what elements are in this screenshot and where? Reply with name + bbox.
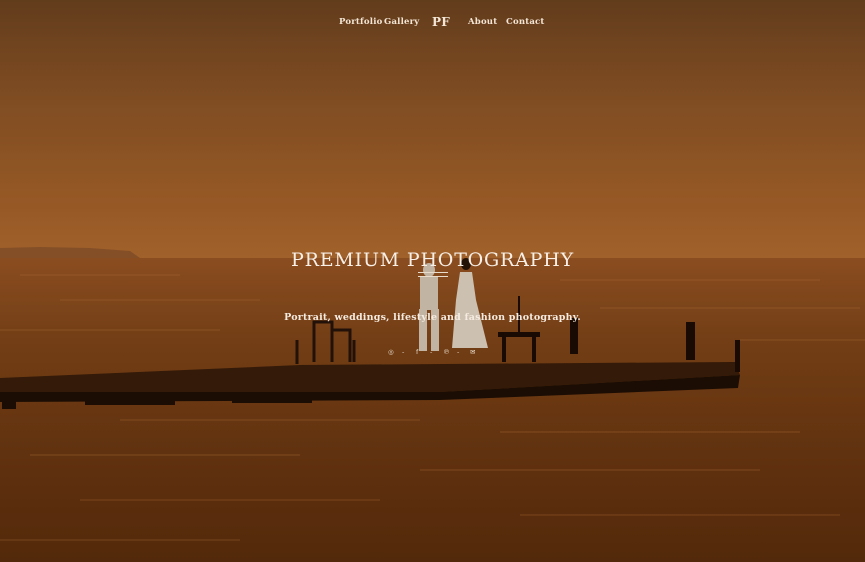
nav-link-contact[interactable]: Contact <box>506 14 545 30</box>
hero-tagline: Portrait, weddings, lifestyle and fashio… <box>284 311 581 323</box>
instagram-icon[interactable]: ◎ <box>388 346 394 358</box>
social-separator: - <box>430 348 433 356</box>
nav-link-about[interactable]: About <box>468 14 497 30</box>
social-links: ◎ - f - ℗ - ✉ <box>384 346 484 358</box>
nav-link-portfolio[interactable]: Portfolio <box>339 14 383 30</box>
social-separator: - <box>402 348 405 356</box>
title-divider <box>418 272 448 277</box>
email-icon[interactable]: ✉ <box>470 346 475 358</box>
hero-title: PREMIUM PHOTOGRAPHY <box>291 248 574 271</box>
social-separator: - <box>457 348 460 356</box>
site-logo[interactable]: PF <box>432 14 450 30</box>
nav-link-gallery[interactable]: Gallery <box>384 14 419 30</box>
hero-dark-overlay <box>0 0 865 562</box>
pinterest-icon[interactable]: ℗ <box>443 346 450 358</box>
top-navigation: Portfolio Gallery PF About Contact <box>0 14 865 32</box>
facebook-icon[interactable]: f <box>416 346 418 358</box>
